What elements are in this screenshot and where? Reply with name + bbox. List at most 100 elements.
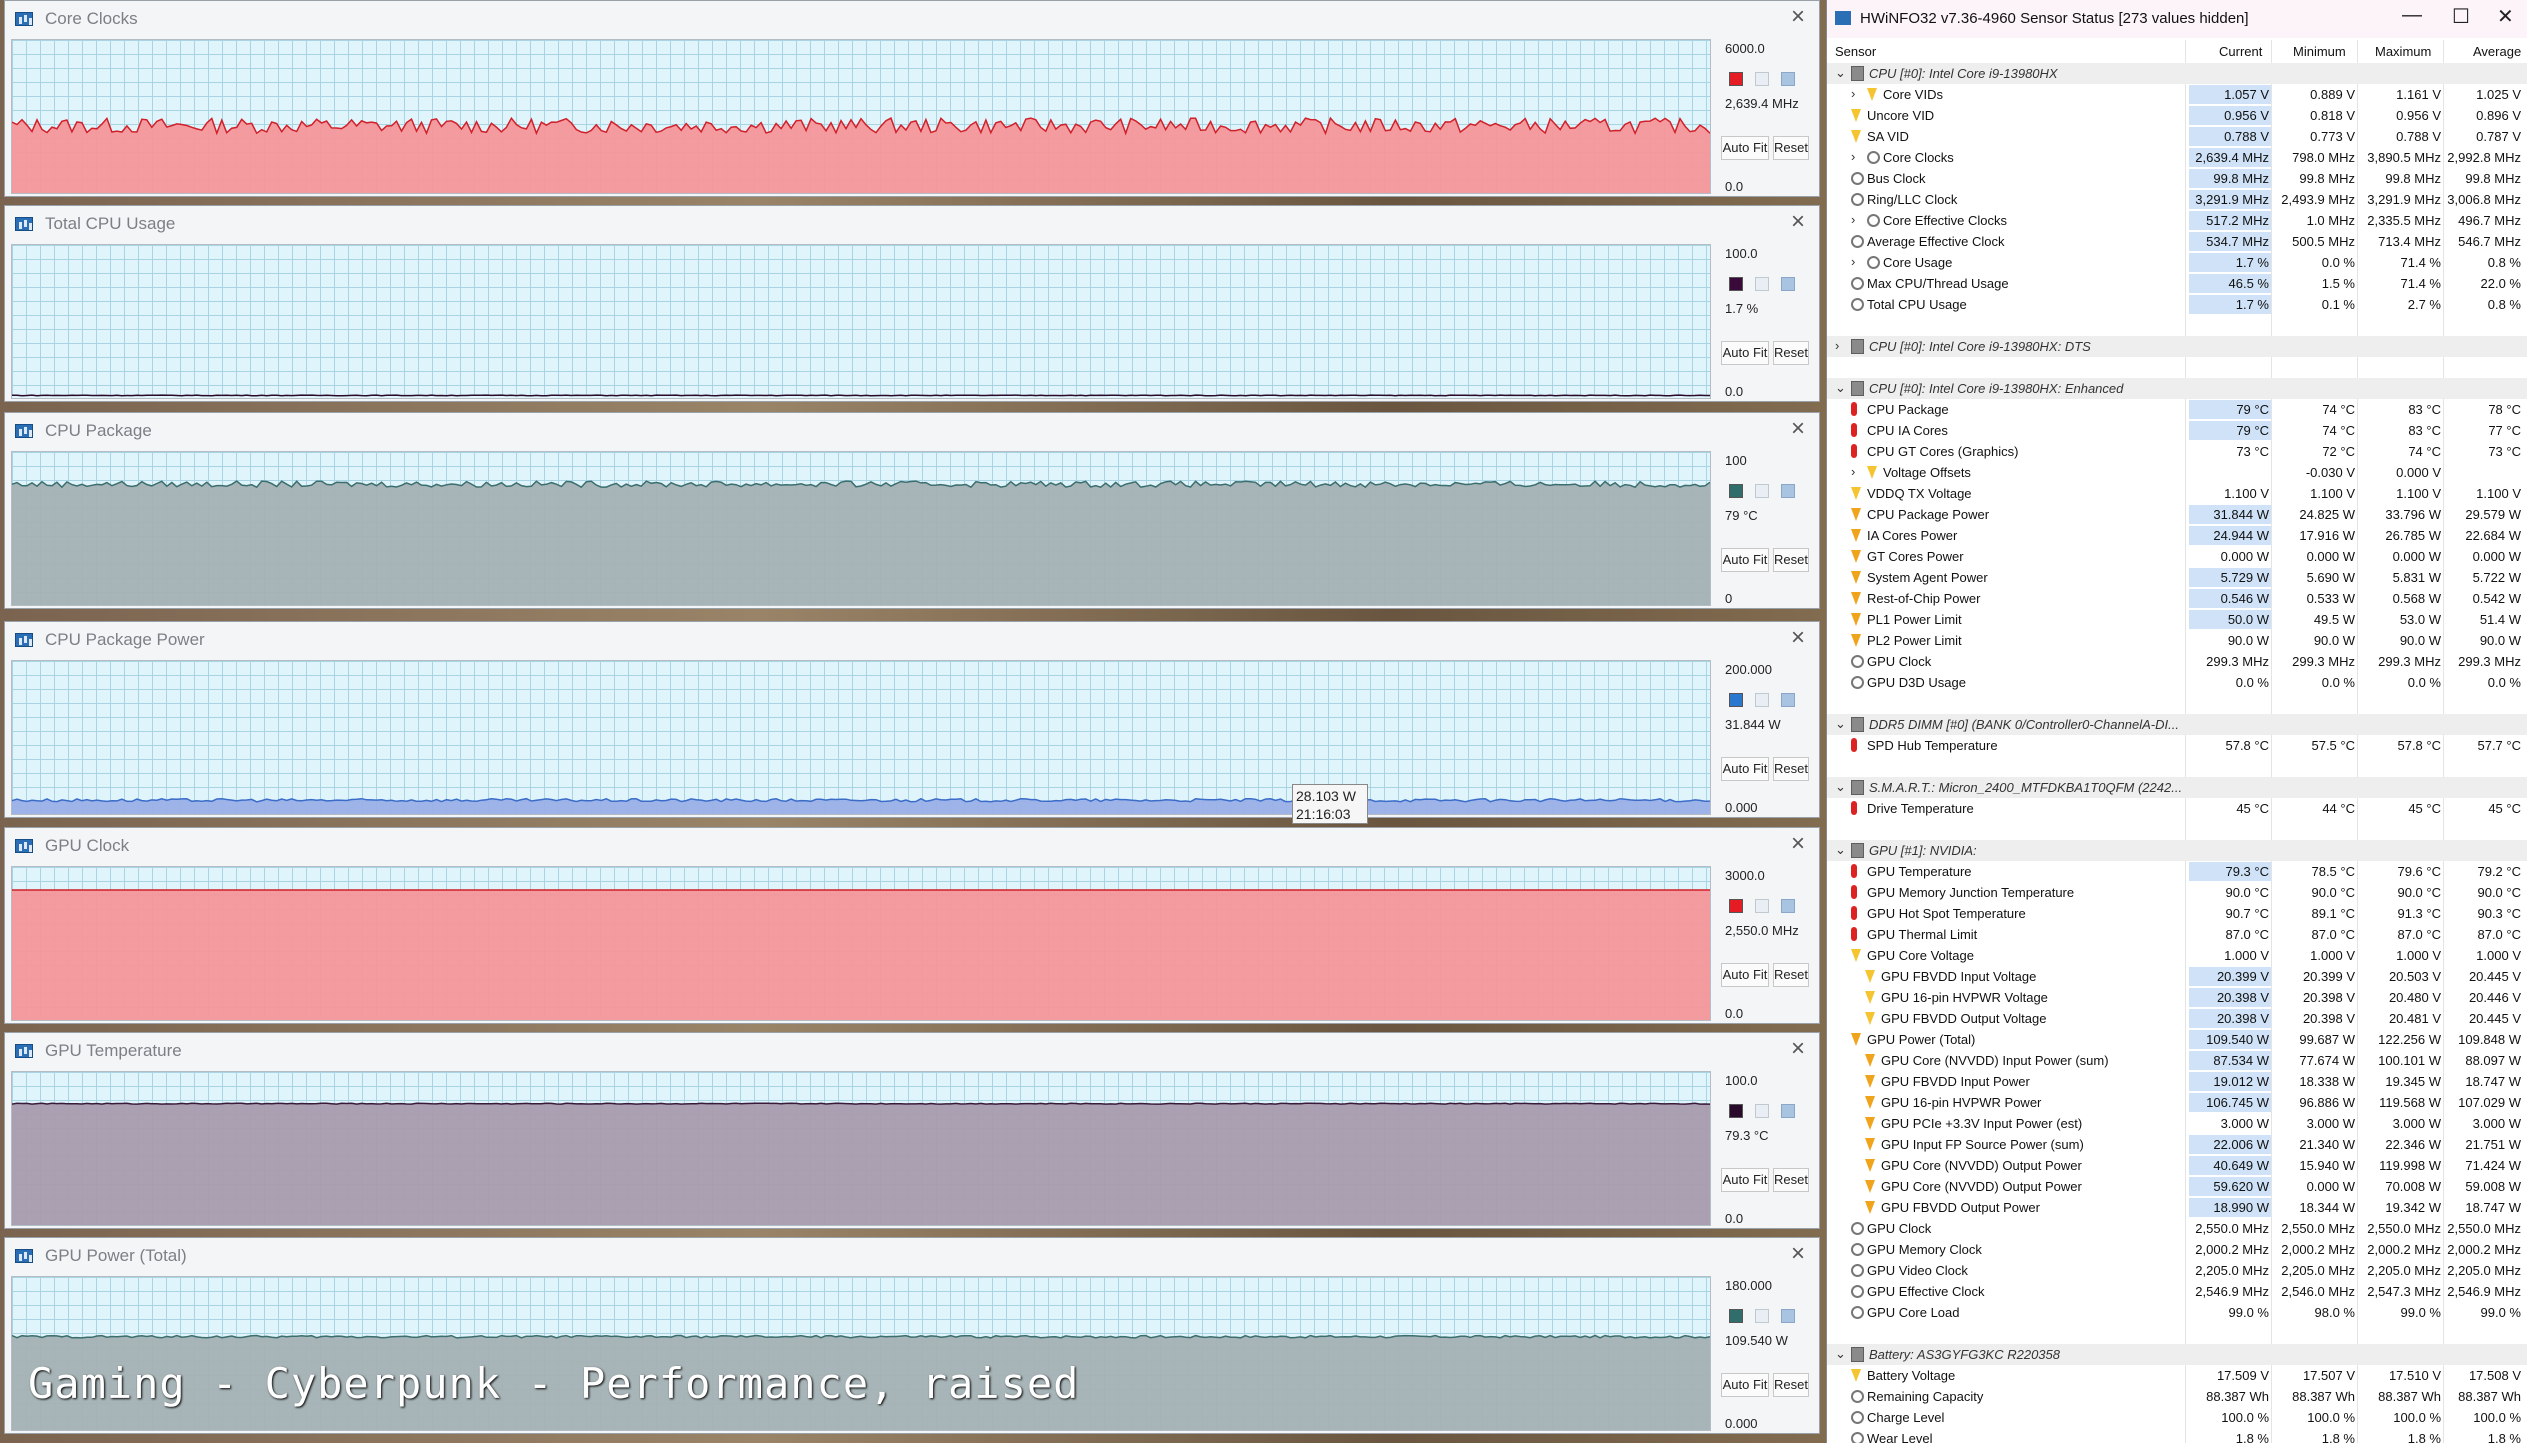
sensor-group-header[interactable]: ⌄ S.M.A.R.T.: Micron_2400_MTFDKBA1T0QFM … bbox=[1827, 777, 2527, 798]
sensor-row[interactable]: CPU IA Cores 79 °C 74 °C 83 °C 77 °C bbox=[1827, 420, 2527, 441]
col-maximum[interactable]: Maximum bbox=[2375, 44, 2431, 59]
reset-button[interactable]: Reset bbox=[1773, 1373, 1809, 1397]
graph-plot-area[interactable] bbox=[11, 660, 1711, 815]
graph-title-bar[interactable]: Core Clocks × bbox=[5, 1, 1819, 37]
chevron-right-icon[interactable]: › bbox=[1851, 86, 1855, 101]
sensor-row[interactable]: GPU Effective Clock 2,546.9 MHz 2,546.0 MH… bbox=[1827, 1281, 2527, 1302]
sensor-row[interactable]: Max CPU/Thread Usage 46.5 % 1.5 % 71.4 % 22.… bbox=[1827, 273, 2527, 294]
chevron-right-icon[interactable]: › bbox=[1851, 464, 1855, 479]
sensor-row[interactable]: Charge Level 100.0 % 100.0 % 100.0 % 100.0 % bbox=[1827, 1407, 2527, 1428]
sensor-row[interactable]: Bus Clock 99.8 MHz 99.8 MHz 99.8 MHz 99.8 MH… bbox=[1827, 168, 2527, 189]
auto-fit-button[interactable]: Auto Fit bbox=[1721, 341, 1769, 365]
sensor-row[interactable]: SA VID 0.788 V 0.773 V 0.788 V 0.787 V bbox=[1827, 126, 2527, 147]
sensor-row[interactable]: GPU Power (Total) 109.540 W 99.687 W 122.25… bbox=[1827, 1029, 2527, 1050]
sensor-row[interactable]: › Core Effective Clocks 517.2 MHz 1.0 MHz 2,… bbox=[1827, 210, 2527, 231]
graph-title-bar[interactable]: Total CPU Usage × bbox=[5, 206, 1819, 242]
sensor-row[interactable]: GPU Video Clock 2,205.0 MHz 2,205.0 MHz 2,2… bbox=[1827, 1260, 2527, 1281]
sensor-row[interactable]: GPU Clock 2,550.0 MHz 2,550.0 MHz 2,550.0 M… bbox=[1827, 1218, 2527, 1239]
line-color-swatch[interactable] bbox=[1729, 484, 1743, 498]
sensor-group-header[interactable]: ⌄ DDR5 DIMM [#0] (BANK 0/Controller0-Cha… bbox=[1827, 714, 2527, 735]
sensor-status-window[interactable]: HWiNFO32 v7.36-4960 Sensor Status [273 v… bbox=[1826, 0, 2527, 1443]
auto-fit-button[interactable]: Auto Fit bbox=[1721, 136, 1769, 160]
background-swatch[interactable] bbox=[1781, 693, 1795, 707]
sensor-row[interactable]: Average Effective Clock 534.7 MHz 500.5 MH… bbox=[1827, 231, 2527, 252]
sensor-row[interactable]: GPU Core (NVVDD) Output Power 59.620 W 0.0… bbox=[1827, 1176, 2527, 1197]
sensor-row[interactable]: CPU GT Cores (Graphics) 73 °C 72 °C 74 °C 73… bbox=[1827, 441, 2527, 462]
chevron-down-icon[interactable]: ⌄ bbox=[1835, 779, 1846, 795]
sensor-group-header[interactable]: › CPU [#0]: Intel Core i9-13980HX: DTS bbox=[1827, 336, 2527, 357]
line-color-swatch[interactable] bbox=[1729, 693, 1743, 707]
fill-toggle-swatch[interactable] bbox=[1755, 277, 1769, 291]
fill-toggle-swatch[interactable] bbox=[1755, 72, 1769, 86]
sensor-row[interactable]: GPU D3D Usage 0.0 % 0.0 % 0.0 % 0.0 % bbox=[1827, 672, 2527, 693]
background-swatch[interactable] bbox=[1781, 484, 1795, 498]
sensor-row[interactable]: Wear Level 1.8 % 1.8 % 1.8 % 1.8 % bbox=[1827, 1428, 2527, 1443]
chevron-down-icon[interactable]: ⌄ bbox=[1835, 1346, 1846, 1362]
background-swatch[interactable] bbox=[1781, 899, 1795, 913]
chevron-down-icon[interactable]: ⌄ bbox=[1835, 65, 1846, 81]
sensor-row[interactable]: Ring/LLC Clock 3,291.9 MHz 2,493.9 MHz 3,29… bbox=[1827, 189, 2527, 210]
sensor-row[interactable]: GPU PCIe +3.3V Input Power (est) 3.000 W 3… bbox=[1827, 1113, 2527, 1134]
line-color-swatch[interactable] bbox=[1729, 1309, 1743, 1323]
background-swatch[interactable] bbox=[1781, 72, 1795, 86]
sensor-row[interactable]: GPU 16-pin HVPWR Power 106.745 W 96.886 W 1… bbox=[1827, 1092, 2527, 1113]
reset-button[interactable]: Reset bbox=[1773, 757, 1809, 781]
reset-button[interactable]: Reset bbox=[1773, 548, 1809, 572]
auto-fit-button[interactable]: Auto Fit bbox=[1721, 548, 1769, 572]
sensor-group-header[interactable]: ⌄ Battery: AS3GYFG3KC R220358 bbox=[1827, 1344, 2527, 1365]
sensor-row[interactable]: › Core Usage 1.7 % 0.0 % 71.4 % 0.8 % bbox=[1827, 252, 2527, 273]
sensor-row[interactable]: PL1 Power Limit 50.0 W 49.5 W 53.0 W 51.4 W bbox=[1827, 609, 2527, 630]
sensor-row[interactable]: GPU FBVDD Input Voltage 20.399 V 20.399 V 2… bbox=[1827, 966, 2527, 987]
chevron-down-icon[interactable]: ⌄ bbox=[1835, 380, 1846, 396]
graph-plot-area[interactable] bbox=[11, 244, 1711, 399]
fill-toggle-swatch[interactable] bbox=[1755, 899, 1769, 913]
col-current[interactable]: Current bbox=[2219, 44, 2262, 59]
close-icon[interactable]: × bbox=[1791, 1242, 1805, 1266]
sensor-row[interactable]: GPU Hot Spot Temperature 90.7 °C 89.1 °C 91… bbox=[1827, 903, 2527, 924]
auto-fit-button[interactable]: Auto Fit bbox=[1721, 1168, 1769, 1192]
graph-plot-area[interactable] bbox=[11, 39, 1711, 194]
sensor-row[interactable]: Battery Voltage 17.509 V 17.507 V 17.510 V 1… bbox=[1827, 1365, 2527, 1386]
line-color-swatch[interactable] bbox=[1729, 277, 1743, 291]
graph-title-bar[interactable]: CPU Package Power × bbox=[5, 622, 1819, 658]
maximize-button[interactable]: ☐ bbox=[2452, 4, 2470, 29]
line-color-swatch[interactable] bbox=[1729, 72, 1743, 86]
auto-fit-button[interactable]: Auto Fit bbox=[1721, 757, 1769, 781]
sensor-row[interactable]: Drive Temperature 45 °C 44 °C 45 °C 45 °C bbox=[1827, 798, 2527, 819]
reset-button[interactable]: Reset bbox=[1773, 1168, 1809, 1192]
sensor-row[interactable]: VDDQ TX Voltage 1.100 V 1.100 V 1.100 V 1.10… bbox=[1827, 483, 2527, 504]
close-icon[interactable]: × bbox=[1791, 626, 1805, 650]
graph-plot-area[interactable] bbox=[11, 1071, 1711, 1226]
chevron-right-icon[interactable]: › bbox=[1851, 254, 1855, 269]
line-color-swatch[interactable] bbox=[1729, 1104, 1743, 1118]
graph-plot-area[interactable] bbox=[11, 451, 1711, 606]
sensor-row[interactable]: GPU Core Load 99.0 % 98.0 % 99.0 % 99.0 % bbox=[1827, 1302, 2527, 1323]
close-button[interactable]: ✕ bbox=[2497, 4, 2514, 29]
sensor-row[interactable]: GPU Thermal Limit 87.0 °C 87.0 °C 87.0 °C 87… bbox=[1827, 924, 2527, 945]
graph-window[interactable]: GPU Clock × 3000.0 2,550.0 MHz Auto Fit … bbox=[4, 827, 1820, 1024]
sensor-row[interactable]: Rest-of-Chip Power 0.546 W 0.533 W 0.568 W 0… bbox=[1827, 588, 2527, 609]
graph-title-bar[interactable]: GPU Power (Total) × bbox=[5, 1238, 1819, 1274]
sensor-row[interactable]: Remaining Capacity 88.387 Wh 88.387 Wh 88.3… bbox=[1827, 1386, 2527, 1407]
graph-title-bar[interactable]: GPU Clock × bbox=[5, 828, 1819, 864]
sensor-row[interactable]: CPU Package Power 31.844 W 24.825 W 33.796 … bbox=[1827, 504, 2527, 525]
sensor-row[interactable]: GPU FBVDD Input Power 19.012 W 18.338 W 19.… bbox=[1827, 1071, 2527, 1092]
sensor-group-header[interactable]: ⌄ GPU [#1]: NVIDIA: bbox=[1827, 840, 2527, 861]
sensor-row[interactable]: PL2 Power Limit 90.0 W 90.0 W 90.0 W 90.0 W bbox=[1827, 630, 2527, 651]
close-icon[interactable]: × bbox=[1791, 5, 1805, 29]
sensor-row[interactable]: GPU 16-pin HVPWR Voltage 20.398 V 20.398 V… bbox=[1827, 987, 2527, 1008]
sensor-row[interactable]: Total CPU Usage 1.7 % 0.1 % 2.7 % 0.8 % bbox=[1827, 294, 2527, 315]
graph-title-bar[interactable]: CPU Package × bbox=[5, 413, 1819, 449]
fill-toggle-swatch[interactable] bbox=[1755, 693, 1769, 707]
background-swatch[interactable] bbox=[1781, 277, 1795, 291]
sensor-group-header[interactable]: ⌄ CPU [#0]: Intel Core i9-13980HX bbox=[1827, 63, 2527, 84]
graph-window[interactable]: CPU Package Power × 200.000 31.844 W Aut… bbox=[4, 621, 1820, 818]
chevron-down-icon[interactable]: ⌄ bbox=[1835, 842, 1846, 858]
sensor-row[interactable]: › Voltage Offsets -0.030 V 0.000 V bbox=[1827, 462, 2527, 483]
sensor-row[interactable]: GPU FBVDD Output Power 18.990 W 18.344 W 19… bbox=[1827, 1197, 2527, 1218]
sensor-row[interactable]: GPU Core (NVVDD) Input Power (sum) 87.534… bbox=[1827, 1050, 2527, 1071]
sensor-row[interactable]: IA Cores Power 24.944 W 17.916 W 26.785 W 22… bbox=[1827, 525, 2527, 546]
background-swatch[interactable] bbox=[1781, 1104, 1795, 1118]
column-header[interactable]: Sensor Current Minimum Maximum Average bbox=[1827, 42, 2527, 62]
reset-button[interactable]: Reset bbox=[1773, 136, 1809, 160]
